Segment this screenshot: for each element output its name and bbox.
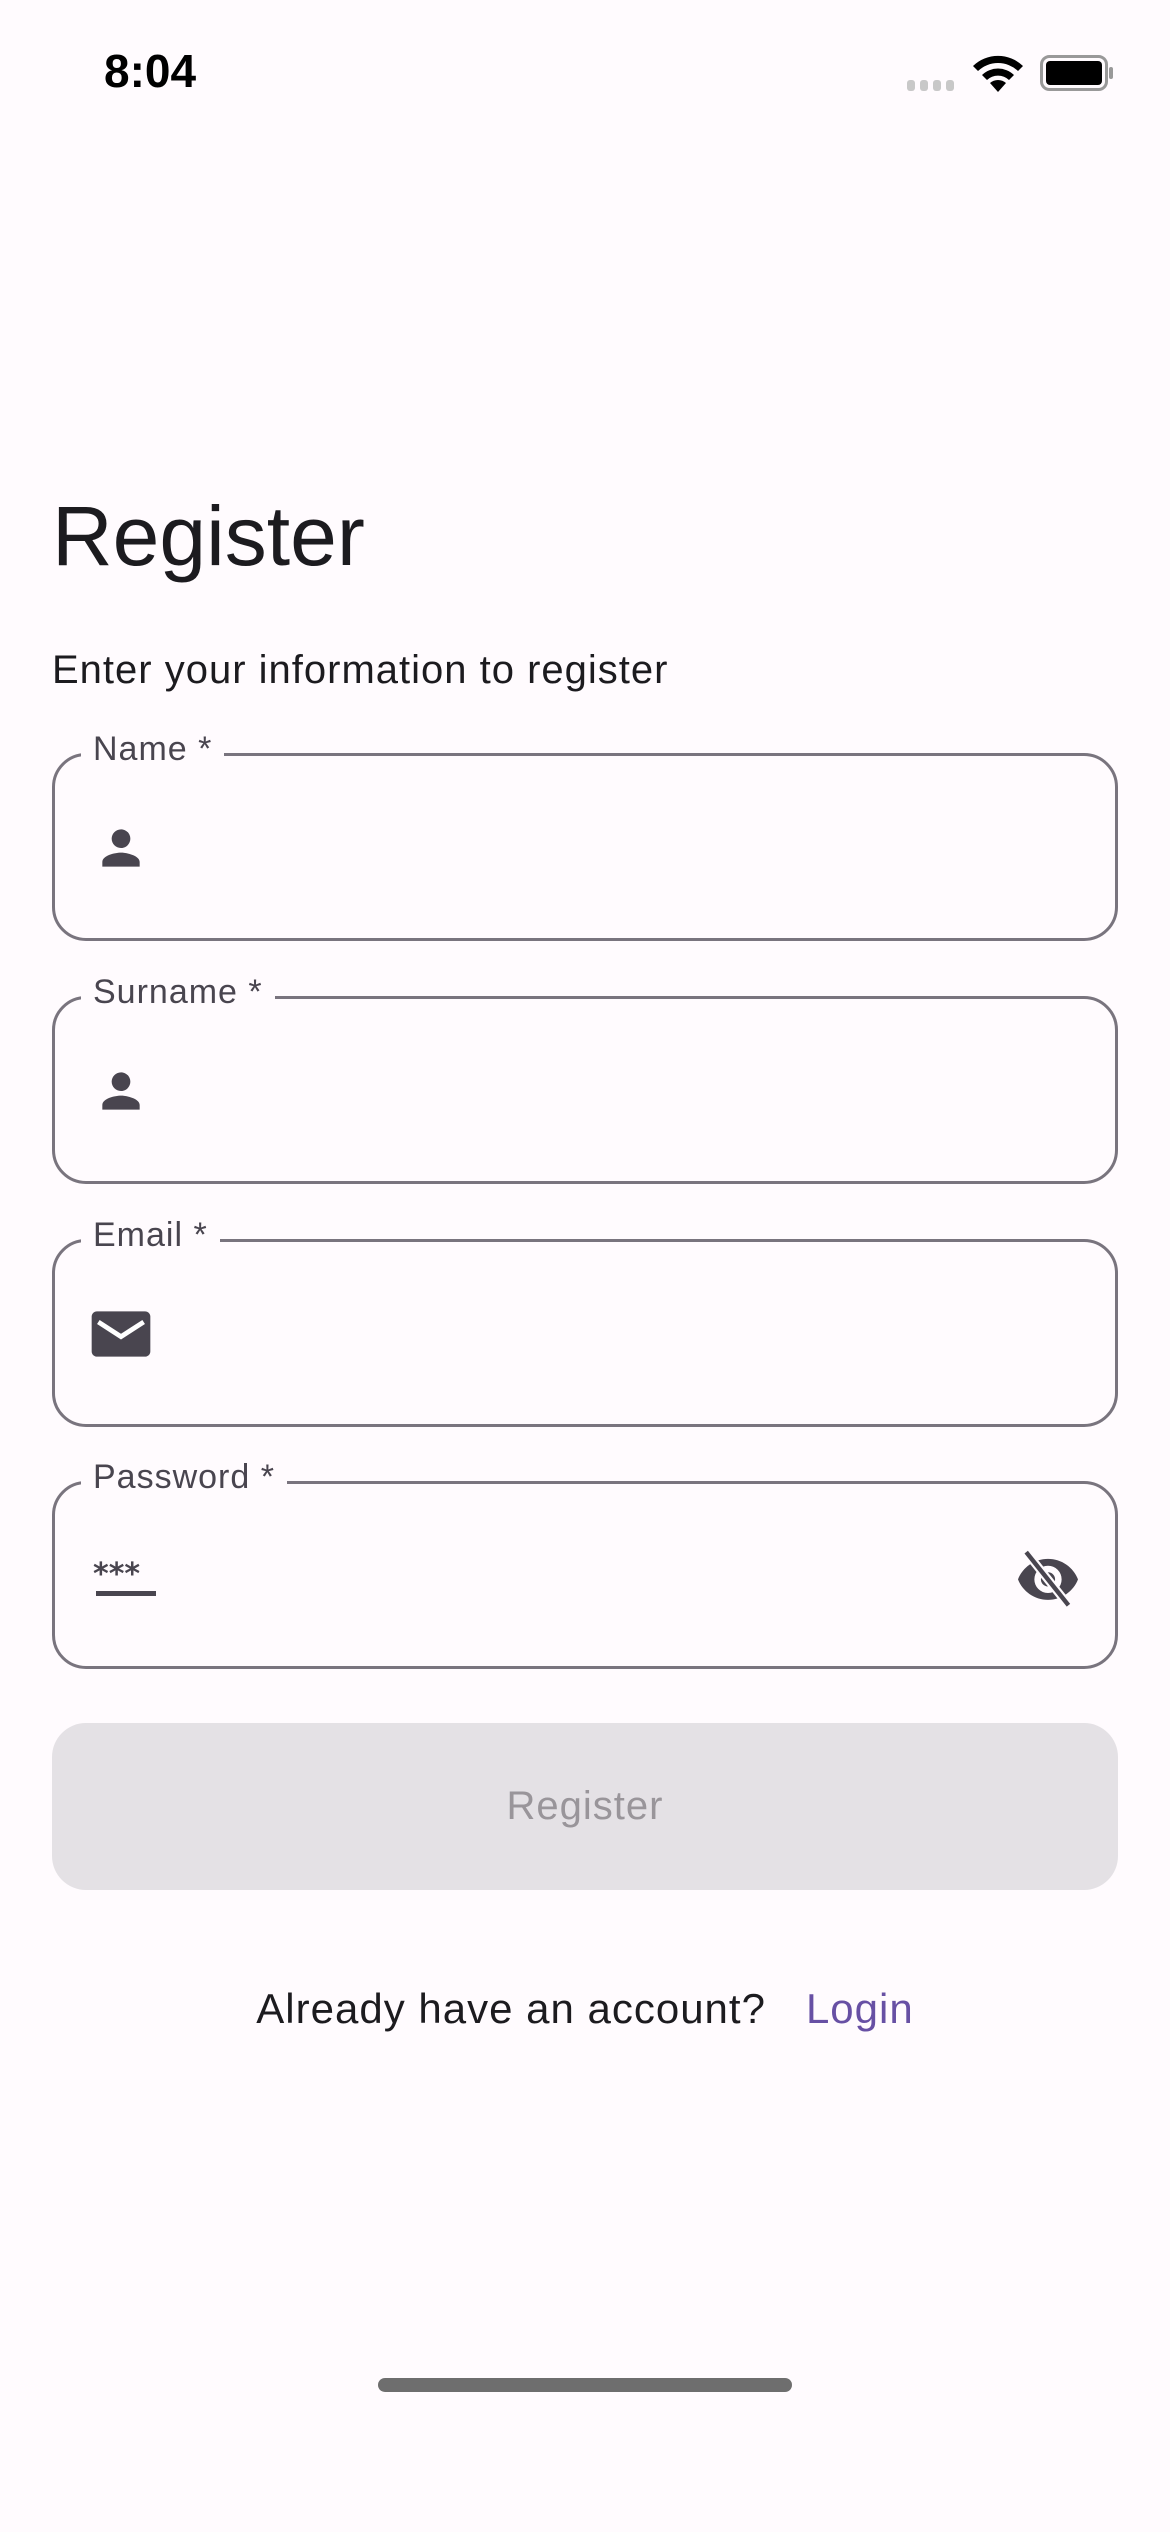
surname-input[interactable] (175, 1049, 1005, 1131)
svg-text:***: *** (93, 1557, 140, 1592)
email-label: Email * (81, 1216, 220, 1255)
name-label: Name * (81, 730, 225, 769)
password-icon: *** (93, 1548, 156, 1604)
person-icon (93, 820, 149, 876)
password-field[interactable]: Password * *** (52, 1458, 1118, 1669)
login-prompt: Already have an account? Login (0, 1985, 1170, 2033)
page-subtitle: Enter your information to register (52, 648, 669, 692)
name-field[interactable]: Name * (52, 730, 1118, 941)
cellular-signal-icon (905, 72, 961, 97)
wifi-icon (970, 52, 1026, 99)
person-icon (93, 1063, 149, 1119)
email-field[interactable]: Email * (52, 1216, 1118, 1427)
login-link[interactable]: Login (806, 1985, 914, 2033)
surname-field[interactable]: Surname * (52, 973, 1118, 1184)
email-input[interactable] (175, 1292, 1005, 1374)
visibility-off-icon[interactable] (1015, 1548, 1081, 1608)
register-button[interactable]: Register (52, 1723, 1118, 1890)
status-time: 8:04 (104, 45, 197, 97)
battery-icon (1040, 55, 1116, 98)
home-indicator[interactable] (378, 2378, 792, 2392)
mail-icon (89, 1306, 151, 1362)
password-label: Password * (81, 1458, 287, 1497)
surname-label: Surname * (81, 973, 275, 1012)
page-title: Register (52, 489, 365, 583)
password-input[interactable] (175, 1534, 1005, 1616)
name-input[interactable] (175, 806, 1005, 888)
login-prompt-text: Already have an account? (256, 1985, 766, 2032)
